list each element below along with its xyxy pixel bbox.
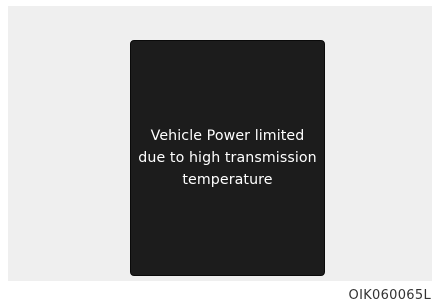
warning-message: Vehicle Power limited due to high transm… — [138, 125, 316, 191]
warning-message-line-2: due to high transmission — [138, 150, 317, 166]
figure-code-label: OIK060065L — [348, 288, 431, 303]
warning-message-line-1: Vehicle Power limited — [150, 128, 305, 144]
cluster-display-screen: Vehicle Power limited due to high transm… — [130, 40, 325, 276]
warning-message-line-3: temperature — [182, 172, 273, 188]
